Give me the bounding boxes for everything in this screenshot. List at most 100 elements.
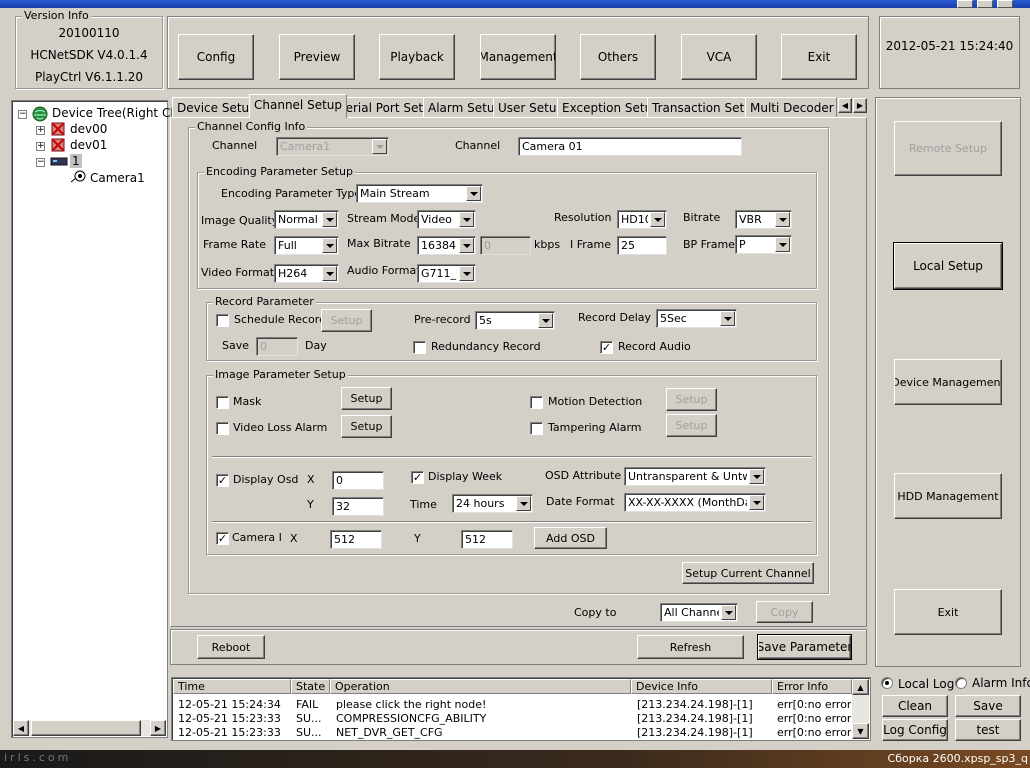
bitrate-combo[interactable]: VBR bbox=[735, 210, 792, 229]
tree-node-device-1[interactable]: 1 bbox=[70, 154, 82, 168]
cam-x-input[interactable]: 512 bbox=[330, 530, 382, 549]
tree-node-camera1[interactable]: Camera1 bbox=[90, 171, 145, 185]
log-header-state[interactable]: State bbox=[291, 679, 330, 694]
device-tree[interactable]: − Device Tree(Right Click + dev00 + dev0… bbox=[11, 100, 191, 738]
max-bitrate-custom-input[interactable]: 0 bbox=[480, 236, 531, 255]
hdd-management-button[interactable]: HDD Management bbox=[894, 473, 1002, 519]
version-info-group: Version Info 20100110 HCNetSDK V4.0.1.4 … bbox=[15, 9, 163, 89]
tab-multi-decoder-setup[interactable]: Multi Decoder Setu bbox=[745, 97, 837, 117]
log-header-operation[interactable]: Operation bbox=[330, 679, 631, 694]
osd-attribute-combo[interactable]: Untransparent & Untwinkl bbox=[624, 467, 766, 486]
image-title: Image Parameter Setup bbox=[213, 368, 348, 381]
scroll-thumb[interactable] bbox=[31, 720, 141, 736]
log-header-time[interactable]: Time bbox=[173, 679, 291, 694]
reboot-button[interactable]: Reboot bbox=[197, 635, 265, 659]
scroll-left-icon[interactable]: ◀ bbox=[13, 720, 29, 736]
motion-setup-button[interactable]: Setup bbox=[666, 388, 717, 411]
mask-checkbox[interactable] bbox=[216, 396, 229, 409]
time-format-combo[interactable]: 24 hours bbox=[452, 494, 533, 513]
video-format-combo[interactable]: H264 bbox=[274, 264, 339, 283]
tampering-checkbox[interactable] bbox=[530, 422, 543, 435]
minimize-button[interactable] bbox=[957, 0, 973, 8]
tampering-label: Tampering Alarm bbox=[548, 421, 642, 434]
iframe-input[interactable]: 25 bbox=[617, 236, 667, 255]
local-log-radio[interactable] bbox=[881, 677, 893, 689]
channel-name-input[interactable]: Camera 01 bbox=[518, 137, 742, 156]
others-button[interactable]: Others bbox=[580, 34, 656, 80]
mask-setup-button[interactable]: Setup bbox=[341, 387, 392, 410]
osd-x-input[interactable]: 0 bbox=[332, 471, 384, 490]
record-audio-checkbox[interactable]: ✓ bbox=[600, 341, 613, 354]
maximize-button[interactable] bbox=[977, 0, 993, 8]
schedule-setup-button[interactable]: Setup bbox=[321, 309, 372, 332]
log-save-button[interactable]: Save bbox=[955, 695, 1021, 717]
channel-combo[interactable]: Camera1 bbox=[276, 137, 389, 156]
scroll-down-icon[interactable]: ▼ bbox=[852, 723, 869, 739]
alarm-info-radio[interactable] bbox=[955, 677, 967, 689]
video-loss-checkbox[interactable] bbox=[216, 422, 229, 435]
prerecord-combo[interactable]: 5s bbox=[475, 311, 555, 330]
log-header-error-info[interactable]: Error Info bbox=[772, 679, 852, 694]
scroll-right-icon[interactable]: ▶ bbox=[150, 720, 166, 736]
resolution-combo[interactable]: HD108 bbox=[617, 210, 667, 229]
copy-to-label: Copy to bbox=[574, 606, 617, 619]
scroll-up-icon[interactable]: ▲ bbox=[852, 679, 869, 695]
log-list[interactable]: Time State Operation Device Info Error I… bbox=[171, 677, 871, 741]
tree-node-dev01[interactable]: dev01 bbox=[70, 138, 107, 152]
playback-button[interactable]: Playback bbox=[379, 34, 455, 80]
frame-rate-combo[interactable]: Full bbox=[274, 236, 339, 255]
close-button[interactable] bbox=[997, 0, 1013, 8]
day-label: Day bbox=[305, 339, 327, 352]
copy-to-combo[interactable]: All Channels bbox=[660, 603, 738, 622]
save-parameter-button[interactable]: Save Parameter bbox=[757, 634, 852, 660]
preview-button[interactable]: Preview bbox=[279, 34, 355, 80]
max-bitrate-combo[interactable]: 16384K bbox=[417, 236, 476, 255]
copy-button[interactable]: Copy bbox=[756, 601, 813, 623]
device-management-button[interactable]: Device Management bbox=[894, 359, 1002, 405]
camera-name-checkbox[interactable]: ✓ bbox=[216, 532, 229, 545]
video-loss-setup-button[interactable]: Setup bbox=[341, 415, 392, 438]
config-button[interactable]: Config bbox=[178, 34, 254, 80]
log-test-button[interactable]: test bbox=[955, 719, 1021, 741]
tree-node-dev00[interactable]: dev00 bbox=[70, 122, 107, 136]
bpframe-combo[interactable]: P bbox=[735, 235, 792, 254]
date-format-combo[interactable]: XX-XX-XXXX (MonthDay bbox=[624, 493, 766, 512]
encoding-type-combo[interactable]: Main Stream bbox=[356, 184, 483, 203]
display-week-checkbox[interactable]: ✓ bbox=[411, 471, 424, 484]
tab-channel-setup[interactable]: Channel Setup bbox=[249, 94, 348, 118]
refresh-button[interactable]: Refresh bbox=[637, 635, 744, 659]
exit-side-button[interactable]: Exit bbox=[894, 589, 1002, 635]
image-quality-combo[interactable]: Normal bbox=[274, 210, 339, 229]
tree-expand-dev01[interactable]: + bbox=[36, 142, 45, 151]
vca-button[interactable]: VCA bbox=[681, 34, 757, 80]
tampering-setup-button[interactable]: Setup bbox=[666, 414, 717, 437]
log-vscrollbar[interactable]: ▲ ▼ bbox=[852, 679, 869, 739]
stream-mode-combo[interactable]: Video bbox=[417, 210, 476, 229]
setup-current-channel-button[interactable]: Setup Current Channel bbox=[682, 562, 814, 584]
schedule-record-checkbox[interactable] bbox=[216, 314, 229, 327]
cam-y-input[interactable]: 512 bbox=[461, 530, 513, 549]
tree-expand-dev00[interactable]: + bbox=[36, 126, 45, 135]
tab-scroll-left-icon[interactable]: ◀ bbox=[838, 98, 852, 113]
add-osd-button[interactable]: Add OSD bbox=[534, 527, 607, 549]
log-clean-button[interactable]: Clean bbox=[882, 695, 948, 717]
save-days-input[interactable]: 0 bbox=[256, 337, 298, 356]
log-row-0-error: err[0:no error] bbox=[777, 698, 851, 711]
exit-top-button[interactable]: Exit bbox=[781, 34, 857, 80]
tree-collapse-root[interactable]: − bbox=[18, 110, 27, 119]
display-osd-checkbox[interactable]: ✓ bbox=[216, 474, 229, 487]
video-loss-label: Video Loss Alarm bbox=[233, 421, 328, 434]
log-header-device-info[interactable]: Device Info bbox=[631, 679, 772, 694]
local-setup-button[interactable]: Local Setup bbox=[893, 242, 1003, 290]
redundancy-record-checkbox[interactable] bbox=[413, 341, 426, 354]
audio-format-combo[interactable]: G711_U bbox=[417, 264, 476, 283]
tree-hscrollbar[interactable]: ◀ ▶ bbox=[13, 720, 166, 736]
record-delay-combo[interactable]: 5Sec bbox=[656, 309, 737, 328]
remote-setup-button[interactable]: Remote Setup bbox=[894, 121, 1002, 176]
tab-scroll-right-icon[interactable]: ▶ bbox=[853, 98, 867, 113]
tree-collapse-dev1[interactable]: − bbox=[36, 158, 45, 167]
management-button[interactable]: Management bbox=[480, 34, 556, 80]
motion-detection-checkbox[interactable] bbox=[530, 396, 543, 409]
osd-y-input[interactable]: 32 bbox=[332, 497, 384, 516]
log-config-button[interactable]: Log Config bbox=[882, 719, 948, 741]
